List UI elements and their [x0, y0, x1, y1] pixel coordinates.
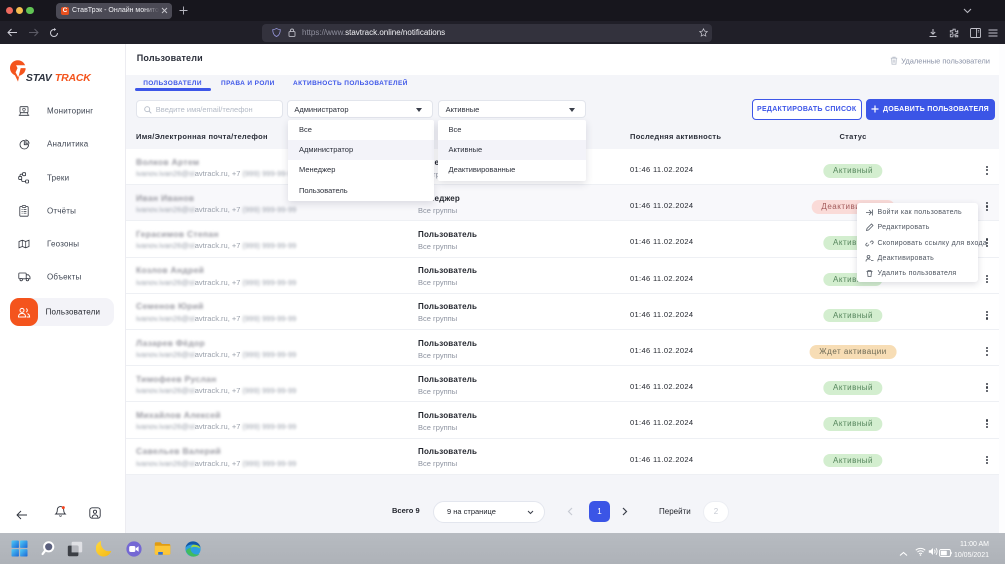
svg-text:TRACK: TRACK	[55, 72, 92, 82]
svg-text:STAV: STAV	[26, 72, 53, 82]
